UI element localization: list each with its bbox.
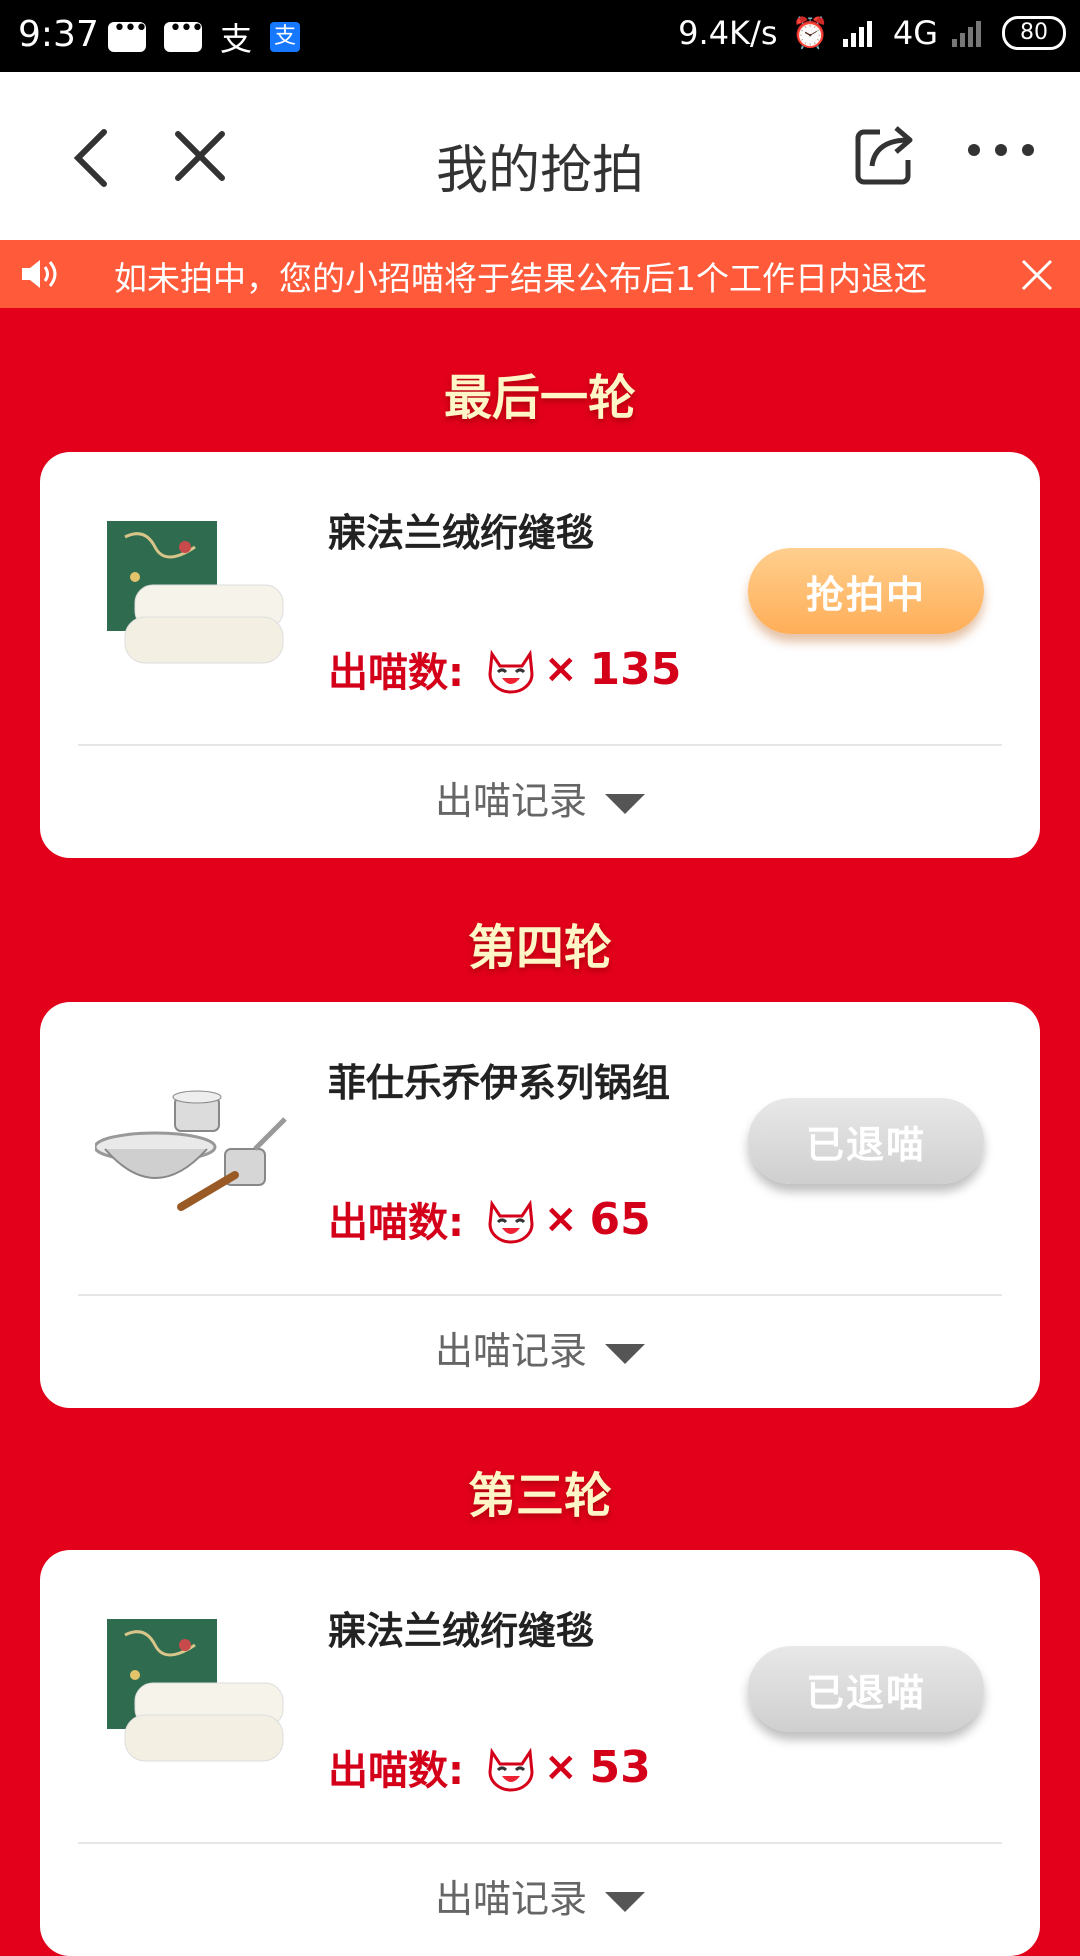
- page-title: 我的抢拍: [435, 141, 644, 201]
- more-icon[interactable]: [966, 142, 1036, 158]
- bid-label: 出喵数:: [328, 1200, 464, 1246]
- divider: [78, 744, 1002, 746]
- bid-card: 菲仕乐乔伊系列锅组 出喵数: × 65 已退喵 出喵记录: [40, 1002, 1040, 1408]
- bid-count: 出喵数: × 53: [328, 1738, 651, 1796]
- bid-count: 出喵数: × 65: [328, 1190, 651, 1248]
- item-name: 寐法兰绒绗缝毯: [328, 511, 595, 555]
- divider: [78, 1842, 1002, 1844]
- pay-icon: 支: [220, 20, 253, 58]
- refunded-status-button[interactable]: 已退喵: [748, 1646, 984, 1732]
- cat-icon: [488, 1747, 534, 1792]
- navigation-bar: 我的抢拍: [0, 72, 1080, 240]
- refunded-status-button[interactable]: 已退喵: [748, 1098, 984, 1184]
- status-right: 9.4K/s ⏰ 4G 80: [678, 14, 1066, 52]
- round-title: 第四轮: [467, 920, 612, 976]
- bid-multiplier: ×: [544, 1744, 578, 1790]
- bidding-status-button[interactable]: 抢拍中: [748, 548, 984, 634]
- record-label: 出喵记录: [434, 1329, 587, 1373]
- bid-multiplier: ×: [544, 646, 578, 692]
- blanket-image: [107, 1619, 284, 1762]
- alipay-icon: 支: [270, 22, 301, 52]
- cat-icon: [488, 649, 534, 694]
- bid-number: 135: [589, 643, 682, 695]
- round-title: 第三轮: [467, 1468, 612, 1524]
- cat-icon: [488, 1199, 534, 1244]
- round-title: 最后一轮: [443, 370, 636, 426]
- chevron-down-icon: [605, 1343, 645, 1364]
- notice-text: 如未拍中，您的小招喵将于结果公布后1个工作日内退还: [114, 259, 927, 298]
- notification-icons: 支 支: [108, 14, 301, 60]
- bid-multiplier: ×: [544, 1196, 578, 1242]
- bid-label: 出喵数:: [328, 1748, 464, 1794]
- share-icon[interactable]: [852, 122, 918, 188]
- notice-bar: 如未拍中，您的小招喵将于结果公布后1个工作日内退还: [0, 240, 1080, 308]
- item-name: 菲仕乐乔伊系列锅组: [328, 1061, 671, 1105]
- record-label: 出喵记录: [434, 779, 587, 823]
- notice-close-icon[interactable]: [1020, 258, 1054, 292]
- status-bar: 9:37 支 支 9.4K/s ⏰ 4G 80: [0, 0, 1080, 72]
- speaker-icon: [22, 260, 57, 288]
- chevron-down-icon: [605, 1891, 645, 1912]
- bid-record-toggle[interactable]: 出喵记录: [40, 1868, 1040, 1923]
- divider: [78, 1294, 1002, 1296]
- message-icon: [164, 16, 202, 52]
- network-type: 4G: [892, 14, 938, 52]
- item-name: 寐法兰绒绗缝毯: [328, 1609, 595, 1653]
- chevron-down-icon: [605, 793, 645, 814]
- cookware-image: [95, 1090, 287, 1211]
- bid-number: 65: [589, 1193, 651, 1245]
- status-time: 9:37: [18, 14, 99, 55]
- bid-record-toggle[interactable]: 出喵记录: [40, 770, 1040, 825]
- bid-record-toggle[interactable]: 出喵记录: [40, 1320, 1040, 1375]
- record-label: 出喵记录: [434, 1877, 587, 1921]
- blanket-image: [107, 521, 284, 664]
- signal-icon: [842, 21, 872, 47]
- battery-indicator: 80: [1002, 16, 1066, 50]
- signal-weak-icon: [952, 21, 981, 47]
- network-speed: 9.4K/s: [678, 14, 778, 52]
- alarm-icon: ⏰: [791, 15, 829, 51]
- bid-card: 寐法兰绒绗缝毯 出喵数: × 53 已退喵 出喵记录: [40, 1550, 1040, 1956]
- bid-label: 出喵数:: [328, 650, 464, 696]
- bid-count: 出喵数: × 135: [328, 640, 681, 698]
- bid-number: 53: [589, 1741, 651, 1793]
- bid-card: 寐法兰绒绗缝毯 出喵数: × 135 抢拍中 出喵记录: [40, 452, 1040, 858]
- message-icon: [108, 16, 146, 52]
